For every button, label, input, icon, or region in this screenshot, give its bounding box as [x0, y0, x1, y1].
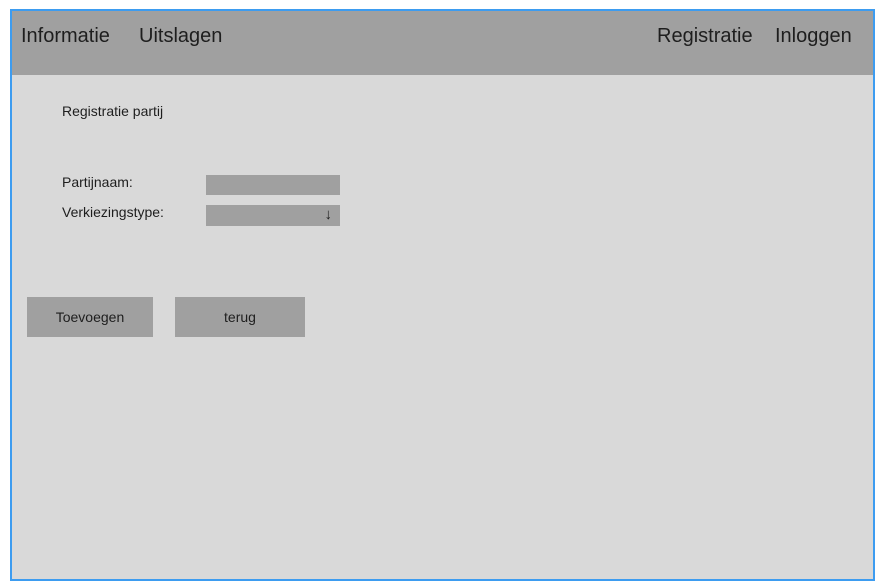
top-navigation-bar: Informatie Uitslagen Registratie Inlogge…: [12, 11, 873, 75]
arrow-down-icon: ↓: [324, 206, 333, 223]
partijnaam-input[interactable]: [206, 175, 340, 195]
verkiezingstype-select[interactable]: ↓: [206, 205, 340, 226]
app-window: Informatie Uitslagen Registratie Inlogge…: [10, 9, 875, 581]
page-title: Registratie partij: [62, 103, 164, 119]
nav-item-inloggen[interactable]: Inloggen: [775, 25, 852, 48]
nav-item-registratie[interactable]: Registratie: [657, 25, 753, 48]
nav-item-uitslagen[interactable]: Uitslagen: [139, 25, 222, 48]
verkiezingstype-label: Verkiezingstype:: [62, 204, 164, 220]
add-button[interactable]: Toevoegen: [27, 297, 153, 337]
partijnaam-label: Partijnaam:: [62, 174, 133, 190]
back-button[interactable]: terug: [175, 297, 305, 337]
nav-item-informatie[interactable]: Informatie: [21, 25, 110, 48]
